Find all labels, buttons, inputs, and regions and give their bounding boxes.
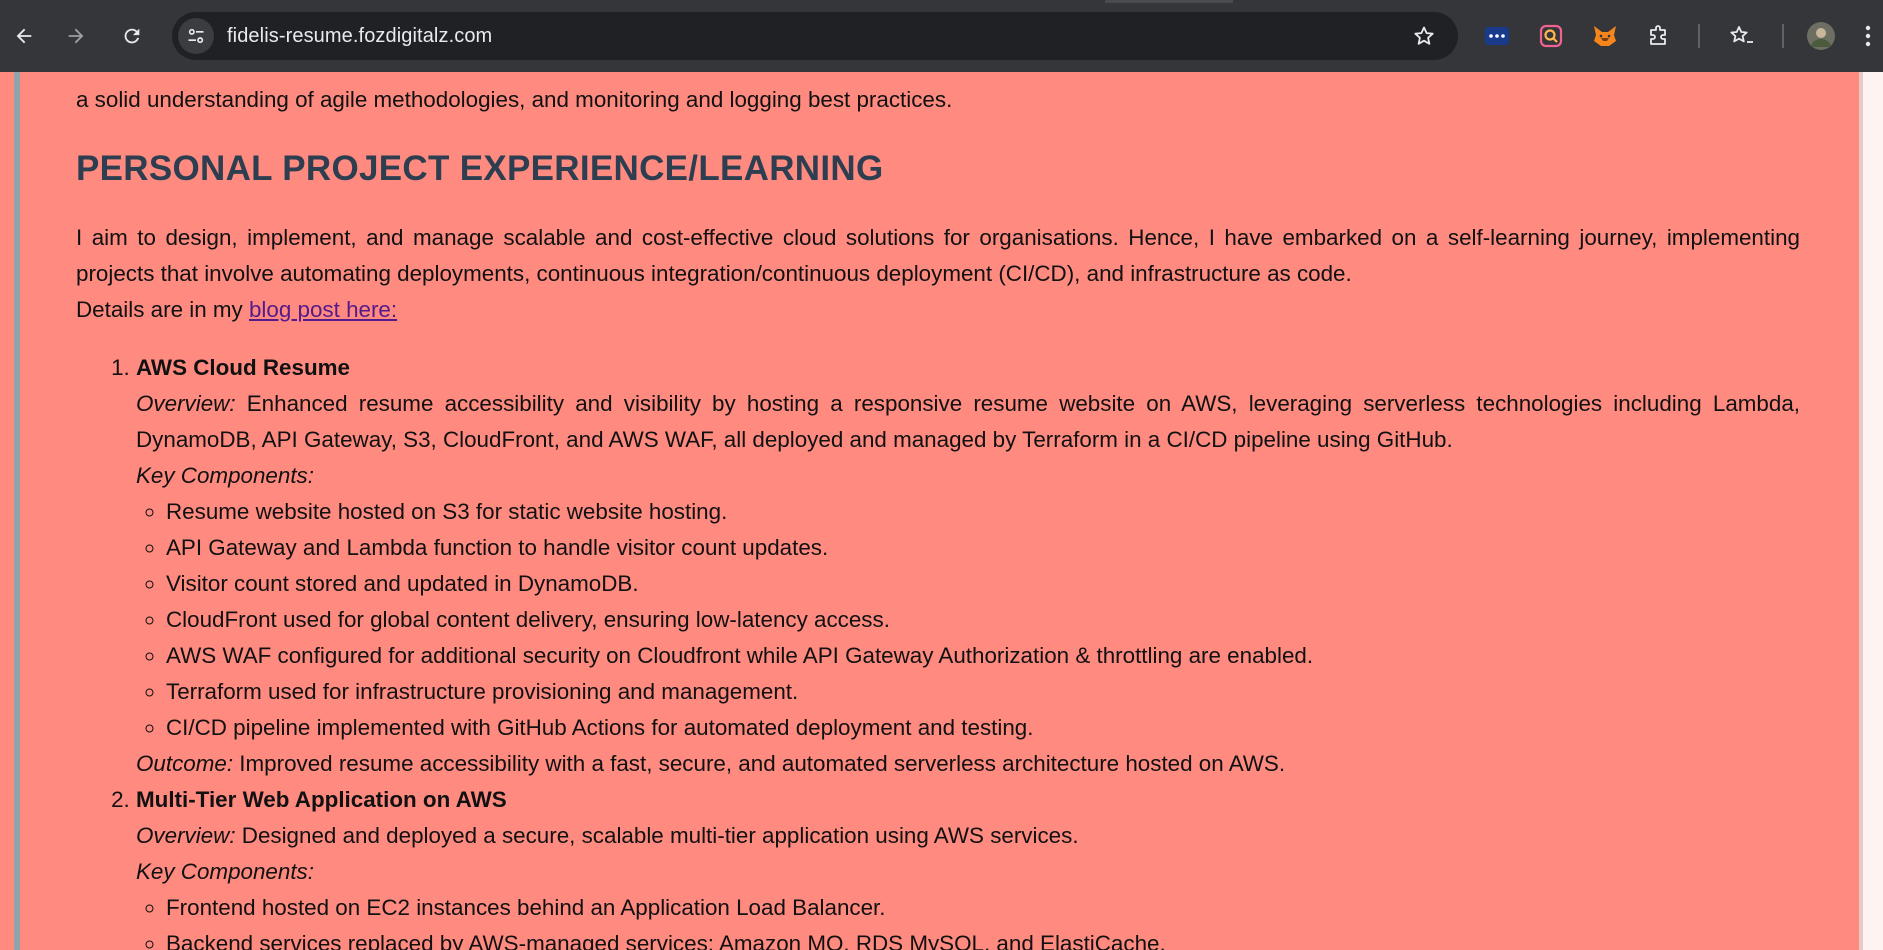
browser-menu-button[interactable] [1858, 21, 1878, 51]
component-item: CI/CD pipeline implemented with GitHub A… [166, 710, 1800, 746]
component-item: Resume website hosted on S3 for static w… [166, 494, 1800, 530]
profile-avatar[interactable] [1806, 21, 1836, 51]
address-bar[interactable]: fidelis-resume.fozdigitalz.com [172, 12, 1458, 60]
site-info-button[interactable] [178, 18, 214, 54]
overview-label: Overview: [136, 823, 236, 848]
projects-intro-paragraph: I aim to design, implement, and manage s… [76, 220, 1800, 328]
extensions-button[interactable] [1644, 21, 1674, 51]
kebab-menu-icon [1865, 25, 1871, 47]
component-item: CloudFront used for global content deliv… [166, 602, 1800, 638]
blog-post-link[interactable]: blog post here: [249, 297, 397, 322]
page-viewport[interactable]: a solid understanding of agile methodolo… [0, 72, 1883, 950]
url-text[interactable]: fidelis-resume.fozdigitalz.com [227, 25, 492, 48]
details-prefix: Details are in my [76, 297, 249, 322]
toolbar-divider [1782, 24, 1784, 48]
arrow-right-icon [68, 28, 84, 44]
component-item: AWS WAF configured for additional securi… [166, 638, 1800, 674]
outcome-label: Outcome: [136, 751, 234, 776]
star-icon [1414, 26, 1434, 45]
overview-label: Overview: [136, 391, 236, 416]
key-components-list: Resume website hosted on S3 for static w… [136, 494, 1800, 746]
project-title: Multi-Tier Web Application on AWS [136, 787, 507, 812]
avatar-icon [1807, 22, 1835, 50]
key-components-label: Key Components: [136, 859, 314, 884]
key-components-label: Key Components: [136, 463, 314, 488]
lens-extension[interactable] [1536, 21, 1566, 51]
tab-strip-edge [1105, 0, 1233, 3]
component-item: Frontend hosted on EC2 instances behind … [166, 890, 1800, 926]
reload-icon [124, 28, 140, 44]
lens-extension-icon [1539, 24, 1563, 48]
browser-toolbar: fidelis-resume.fozdigitalz.com [0, 0, 1883, 72]
overview-text: Designed and deployed a secure, scalable… [235, 823, 1079, 848]
project-item: AWS Cloud Resume Overview: Enhanced resu… [136, 350, 1800, 782]
metamask-fox-icon [1594, 26, 1616, 46]
project-overview: Overview: Enhanced resume accessibility … [136, 386, 1800, 458]
project-overview: Overview: Designed and deployed a secure… [136, 818, 1800, 854]
back-button[interactable] [8, 20, 40, 52]
right-margin-strip [1859, 72, 1883, 950]
puzzle-extensions-icon [1650, 25, 1666, 45]
bookmarks-star-icon [1730, 26, 1753, 43]
resume-content: a solid understanding of agile methodolo… [76, 72, 1800, 950]
password-manager-icon [1485, 27, 1509, 45]
projects-list: AWS Cloud Resume Overview: Enhanced resu… [76, 350, 1800, 950]
left-accent-bar [14, 72, 20, 950]
outcome-text: Improved resume accessibility with a fas… [233, 751, 1286, 776]
metamask-extension[interactable] [1590, 21, 1620, 51]
project-item: Multi-Tier Web Application on AWS Overvi… [136, 782, 1800, 950]
projects-intro-text: I aim to design, implement, and manage s… [76, 225, 1800, 286]
intro-paragraph-tail: a solid understanding of agile methodolo… [76, 87, 953, 112]
toolbar-divider [1698, 24, 1700, 48]
project-outcome: Outcome: Improved resume accessibility w… [136, 746, 1800, 782]
project-title: AWS Cloud Resume [136, 355, 350, 380]
forward-button[interactable] [60, 20, 92, 52]
component-item: Terraform used for infrastructure provis… [166, 674, 1800, 710]
reading-list-button[interactable] [1726, 21, 1756, 51]
overview-text: Enhanced resume accessibility and visibi… [136, 391, 1800, 452]
password-manager-extension[interactable] [1482, 21, 1512, 51]
bookmark-star-button[interactable] [1410, 22, 1438, 50]
arrow-left-icon [16, 28, 32, 44]
tune-icon [188, 28, 204, 44]
reload-button[interactable] [116, 20, 148, 52]
component-item: Visitor count stored and updated in Dyna… [166, 566, 1800, 602]
section-heading-projects: PERSONAL PROJECT EXPERIENCE/LEARNING [76, 149, 884, 188]
component-item: API Gateway and Lambda function to handl… [166, 530, 1800, 566]
component-item: Backend services replaced by AWS-managed… [166, 926, 1800, 950]
key-components-list: Frontend hosted on EC2 instances behind … [136, 890, 1800, 950]
